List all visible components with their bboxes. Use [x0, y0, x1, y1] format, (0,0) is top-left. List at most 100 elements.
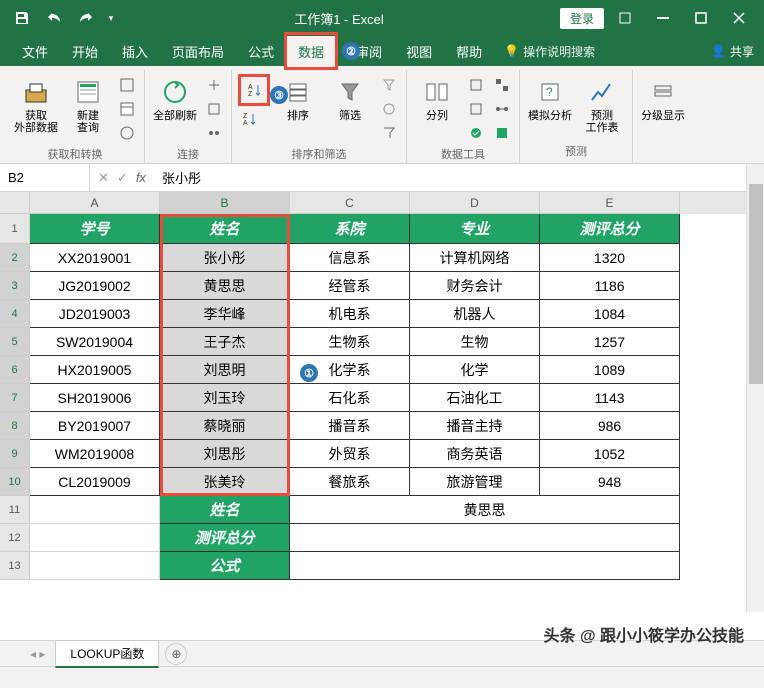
table-cell[interactable]: 蔡晓丽	[160, 412, 290, 440]
clear-filter-button[interactable]	[378, 74, 400, 96]
table-cell[interactable]: WM2019008	[30, 440, 160, 468]
undo-button[interactable]	[40, 4, 68, 32]
row-header[interactable]: 4	[0, 300, 30, 328]
table-cell[interactable]: JG2019002	[30, 272, 160, 300]
table-cell[interactable]: SW2019004	[30, 328, 160, 356]
table-cell[interactable]: 黄思思	[160, 272, 290, 300]
table-cell[interactable]: 商务英语	[410, 440, 540, 468]
table-header[interactable]: 专业	[410, 214, 540, 244]
row-header[interactable]: 10	[0, 468, 30, 496]
from-table-button[interactable]	[116, 98, 138, 120]
advanced-button[interactable]	[378, 122, 400, 144]
table-cell[interactable]: 化学	[410, 356, 540, 384]
row-header[interactable]: 6	[0, 356, 30, 384]
table-cell[interactable]: 石油化工	[410, 384, 540, 412]
sort-asc-button[interactable]: AZ	[243, 79, 265, 101]
table-cell[interactable]: 经管系	[290, 272, 410, 300]
table-cell[interactable]: HX2019005	[30, 356, 160, 384]
row-header[interactable]: 1	[0, 214, 30, 244]
table-cell[interactable]: 播音系	[290, 412, 410, 440]
ribbon-options-icon[interactable]	[608, 4, 642, 32]
table-cell[interactable]: 1257	[540, 328, 680, 356]
properties-button[interactable]	[203, 98, 225, 120]
table-cell[interactable]: 信息系	[290, 244, 410, 272]
table-cell[interactable]: JD2019003	[30, 300, 160, 328]
show-queries-button[interactable]	[116, 74, 138, 96]
lookup-value[interactable]: 黄思思	[290, 496, 680, 524]
redo-button[interactable]	[72, 4, 100, 32]
qat-dropdown[interactable]: ▾	[104, 4, 118, 32]
lookup-label[interactable]: 姓名	[160, 496, 290, 524]
name-box[interactable]: B2	[0, 164, 90, 191]
table-cell[interactable]: 刘思明	[160, 356, 290, 384]
table-cell[interactable]: 1320	[540, 244, 680, 272]
table-cell[interactable]: 餐旅系	[290, 468, 410, 496]
row-header[interactable]: 12	[0, 524, 30, 552]
login-button[interactable]: 登录	[560, 8, 604, 29]
row-header[interactable]: 8	[0, 412, 30, 440]
row-header[interactable]: 7	[0, 384, 30, 412]
table-header[interactable]: 学号	[30, 214, 160, 244]
filter-button[interactable]: 筛选	[326, 74, 374, 124]
table-cell[interactable]: 机电系	[290, 300, 410, 328]
connections-button[interactable]	[203, 74, 225, 96]
table-cell[interactable]: 1089	[540, 356, 680, 384]
table-cell[interactable]: 播音主持	[410, 412, 540, 440]
col-header-d[interactable]: D	[410, 192, 540, 214]
new-query-button[interactable]: 新建 查询	[64, 74, 112, 136]
scrollbar-thumb[interactable]	[749, 184, 763, 384]
vertical-scrollbar[interactable]	[746, 164, 764, 612]
refresh-all-button[interactable]: 全部刷新	[151, 74, 199, 124]
row-header[interactable]: 11	[0, 496, 30, 524]
close-icon[interactable]	[722, 4, 756, 32]
tab-help[interactable]: 帮助	[444, 36, 494, 66]
tab-home[interactable]: 开始	[60, 36, 110, 66]
table-cell[interactable]: 财务会计	[410, 272, 540, 300]
cell[interactable]	[30, 524, 160, 552]
select-all-corner[interactable]	[0, 192, 30, 214]
row-header[interactable]: 13	[0, 552, 30, 580]
worksheet-grid[interactable]: A B C D E 1 学号 姓名 系院 专业 测评总分 2XX2019001张…	[0, 192, 764, 640]
tab-data[interactable]: 数据	[286, 36, 336, 66]
save-button[interactable]	[8, 4, 36, 32]
manage-data-model-button[interactable]	[491, 122, 513, 144]
tab-review[interactable]: 审阅	[360, 36, 394, 66]
table-cell[interactable]: 1186	[540, 272, 680, 300]
formula-input[interactable]: 张小彤	[154, 168, 764, 187]
recent-sources-button[interactable]	[116, 122, 138, 144]
table-cell[interactable]: 张小彤	[160, 244, 290, 272]
outline-button[interactable]: 分级显示	[639, 74, 687, 124]
table-cell[interactable]: 李华峰	[160, 300, 290, 328]
maximize-icon[interactable]	[684, 4, 718, 32]
cell[interactable]	[30, 552, 160, 580]
text-to-columns-button[interactable]: 分列	[413, 74, 461, 124]
cancel-icon[interactable]: ✕	[98, 170, 109, 186]
fx-icon[interactable]: fx	[136, 170, 146, 185]
tab-view[interactable]: 视图	[394, 36, 444, 66]
table-cell[interactable]: 986	[540, 412, 680, 440]
table-cell[interactable]: 生物	[410, 328, 540, 356]
row-header[interactable]: 9	[0, 440, 30, 468]
add-sheet-button[interactable]: ⊕	[165, 643, 187, 665]
table-cell[interactable]: 刘玉玲	[160, 384, 290, 412]
get-external-data-button[interactable]: 获取 外部数据	[12, 74, 60, 136]
table-cell[interactable]: 刘思彤	[160, 440, 290, 468]
table-header[interactable]: 测评总分	[540, 214, 680, 244]
row-header[interactable]: 5	[0, 328, 30, 356]
minimize-icon[interactable]	[646, 4, 680, 32]
forecast-sheet-button[interactable]: 预测 工作表	[578, 74, 626, 136]
table-cell[interactable]: 1052	[540, 440, 680, 468]
col-header-c[interactable]: C	[290, 192, 410, 214]
table-cell[interactable]: 计算机网络	[410, 244, 540, 272]
table-cell[interactable]: 旅游管理	[410, 468, 540, 496]
col-header-e[interactable]: E	[540, 192, 680, 214]
sort-desc-button[interactable]: ZA	[238, 108, 260, 130]
edit-links-button[interactable]	[203, 122, 225, 144]
share-button[interactable]: 👤 共享	[711, 43, 754, 60]
table-cell[interactable]: 机器人	[410, 300, 540, 328]
col-header-b[interactable]: B	[160, 192, 290, 214]
row-header[interactable]: 3	[0, 272, 30, 300]
lookup-value[interactable]	[290, 524, 680, 552]
table-cell[interactable]: CL2019009	[30, 468, 160, 496]
what-if-button[interactable]: ? 模拟分析	[526, 74, 574, 124]
